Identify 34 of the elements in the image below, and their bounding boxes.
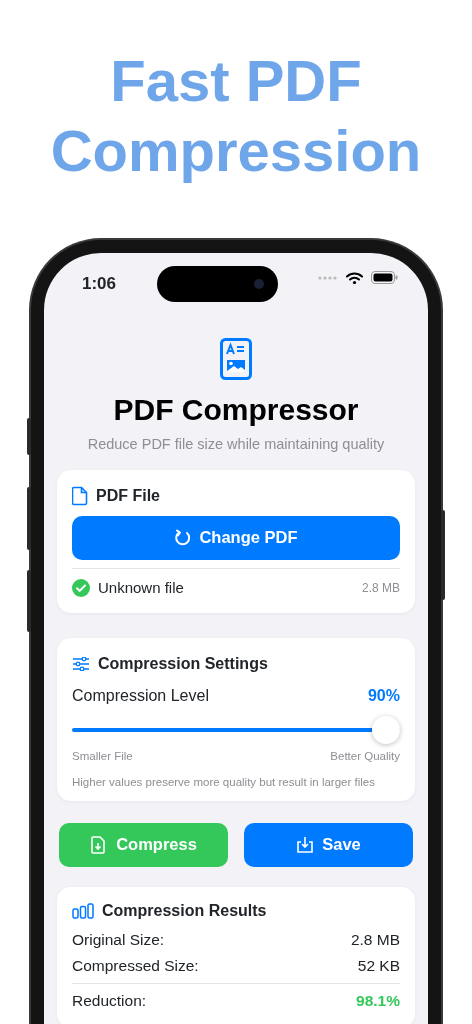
file-size: 2.8 MB	[362, 580, 400, 597]
document-icon	[72, 485, 88, 506]
hint-text: Higher values preserve more quality but result in larger files	[72, 774, 376, 790]
sliders-icon	[72, 657, 90, 672]
bar-chart-icon	[72, 902, 94, 919]
app-title: PDF Compressor	[112, 392, 360, 428]
file-name: Unknown file	[98, 577, 185, 598]
document-image-icon	[220, 338, 252, 380]
card-title: Compression Results	[102, 900, 267, 921]
result-label: Original Size:	[72, 929, 165, 950]
refresh-icon	[174, 529, 192, 547]
result-value: 98.1%	[356, 990, 400, 1011]
signal-icon	[318, 275, 338, 280]
card-title: PDF File	[96, 485, 160, 506]
slider-value: 90%	[367, 686, 400, 707]
max-label: Better Quality	[330, 749, 400, 765]
slider-thumb[interactable]	[372, 716, 400, 745]
change-pdf-button[interactable]: Change PDF	[72, 515, 400, 560]
wifi-icon	[346, 271, 363, 284]
save-button[interactable]: Save	[244, 822, 413, 867]
slider-label: Compression Level	[72, 686, 209, 707]
app-subtitle: Reduce PDF file size while maintaining quality	[86, 435, 386, 454]
result-label: Reduction:	[72, 990, 147, 1011]
result-value: 2.8 MB	[350, 929, 400, 950]
min-label: Smaller File	[72, 749, 133, 765]
slider[interactable]	[72, 716, 400, 745]
compress-button[interactable]: Compress	[59, 822, 228, 867]
result-label: Compressed Size:	[72, 955, 199, 976]
card-title: Compression Settings	[98, 654, 268, 675]
battery-icon	[371, 271, 398, 284]
result-value: 52 KB	[357, 955, 400, 976]
download-icon	[296, 835, 315, 854]
headline: Fast PDF Compression	[49, 47, 423, 185]
status-time: 1:06	[82, 273, 117, 295]
